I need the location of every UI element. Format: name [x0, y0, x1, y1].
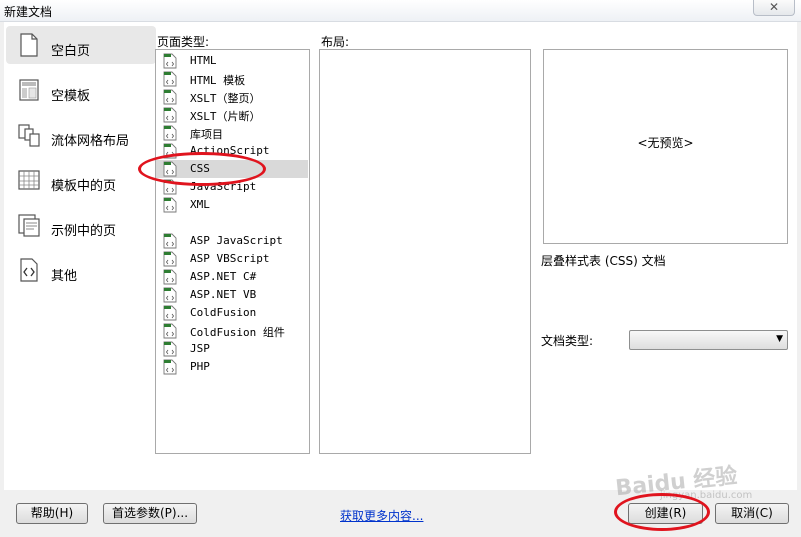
page-type-label: 库项目: [190, 128, 223, 141]
page-type-item[interactable]: XML: [156, 196, 308, 214]
template-page-icon: [18, 170, 40, 190]
page-type-label: XSLT（整页）: [190, 92, 261, 105]
category-label: 其他: [51, 269, 78, 284]
category-other[interactable]: 其他: [4, 249, 154, 294]
layout-list[interactable]: [319, 49, 531, 454]
blank-page-icon: [20, 33, 38, 57]
blank-template-icon: [19, 79, 39, 101]
page-type-label: ASP VBScript: [190, 252, 270, 265]
other-code-icon: [20, 258, 38, 282]
page-type-item[interactable]: ASP VBScript: [156, 250, 308, 268]
window-title: 新建文档: [4, 5, 53, 19]
category-template-page[interactable]: 模板中的页: [4, 159, 154, 204]
page-type-item[interactable]: XSLT（整页）: [156, 88, 308, 106]
page-type-label: ASP.NET C#: [190, 270, 257, 283]
doctype-select[interactable]: ▼: [629, 330, 788, 350]
category-label: 示例中的页: [51, 224, 117, 239]
preview-text: <无预览>: [637, 136, 694, 150]
close-icon: ✕: [768, 0, 780, 14]
annotation-circle-create: [614, 493, 710, 531]
more-content-link[interactable]: 获取更多内容...: [340, 507, 423, 524]
page-type-item[interactable]: ASP.NET VB: [156, 286, 308, 304]
document-type-icon: [163, 125, 177, 141]
chevron-down-icon: ▼: [776, 334, 783, 344]
category-label: 空模板: [51, 89, 91, 104]
cancel-button[interactable]: 取消(C): [715, 503, 789, 524]
document-type-icon: [163, 197, 177, 213]
help-button[interactable]: 帮助(H): [16, 503, 88, 524]
category-label: 空白页: [51, 44, 91, 59]
page-type-item[interactable]: HTML: [156, 52, 308, 70]
document-type-icon: [163, 359, 177, 375]
page-type-item[interactable]: ASP.NET C#: [156, 268, 308, 286]
page-type-label: HTML: [190, 54, 217, 67]
document-type-icon: [163, 341, 177, 357]
fluid-grid-icon: [18, 124, 40, 147]
document-description: 层叠样式表 (CSS) 文档: [541, 254, 666, 268]
document-type-icon: [163, 323, 177, 339]
annotation-circle-css: [138, 152, 266, 186]
page-type-item[interactable]: ASP JavaScript: [156, 232, 308, 250]
page-type-label: ColdFusion 组件: [190, 326, 285, 339]
page-type-item[interactable]: HTML 模板: [156, 70, 308, 88]
page-type-item[interactable]: ColdFusion: [156, 304, 308, 322]
category-label: 流体网格布局: [51, 134, 130, 149]
close-button[interactable]: ✕: [753, 0, 795, 16]
document-type-icon: [163, 71, 177, 87]
document-type-icon: [163, 233, 177, 249]
page-type-heading: 页面类型:: [157, 35, 210, 49]
page-type-item[interactable]: XSLT（片断）: [156, 106, 308, 124]
document-type-icon: [163, 305, 177, 321]
document-type-icon: [163, 269, 177, 285]
layout-heading: 布局:: [321, 35, 350, 49]
page-type-item[interactable]: JSP: [156, 340, 308, 358]
document-type-icon: [163, 107, 177, 123]
document-type-icon: [163, 251, 177, 267]
document-type-icon: [163, 53, 177, 69]
page-type-label: ASP.NET VB: [190, 288, 257, 301]
page-type-label: XML: [190, 198, 210, 211]
page-type-item[interactable]: ColdFusion 组件: [156, 322, 308, 340]
category-blank-page[interactable]: 空白页: [4, 24, 156, 69]
category-label: 模板中的页: [51, 179, 117, 194]
page-type-label: ASP JavaScript: [190, 234, 283, 247]
page-type-label: XSLT（片断）: [190, 110, 261, 123]
page-type-label: ColdFusion: [190, 306, 257, 319]
document-type-icon: [163, 287, 177, 303]
category-list: 空白页 空模板 流体网格布局 模板中的页 示例中的页 其他: [4, 24, 156, 294]
category-blank-template[interactable]: 空模板: [4, 69, 154, 114]
title-bar: 新建文档 ✕: [0, 0, 801, 22]
page-type-item[interactable]: PHP: [156, 358, 308, 376]
category-fluid-grid[interactable]: 流体网格布局: [4, 114, 154, 159]
page-type-label: PHP: [190, 360, 210, 373]
sample-page-icon: [18, 214, 40, 237]
page-type-item[interactable]: 库项目: [156, 124, 308, 142]
preferences-button[interactable]: 首选参数(P)...: [103, 503, 197, 524]
preview-pane: <无预览>: [543, 49, 788, 244]
document-type-icon: [163, 89, 177, 105]
category-sample-page[interactable]: 示例中的页: [4, 204, 154, 249]
doctype-label: 文档类型:: [541, 334, 594, 348]
page-type-list[interactable]: HTML HTML 模板 XSLT（整页） XSLT（片断） 库项目 ActionScri…: [155, 49, 310, 454]
page-type-label: HTML 模板: [190, 74, 246, 87]
page-type-label: JSP: [190, 342, 210, 355]
